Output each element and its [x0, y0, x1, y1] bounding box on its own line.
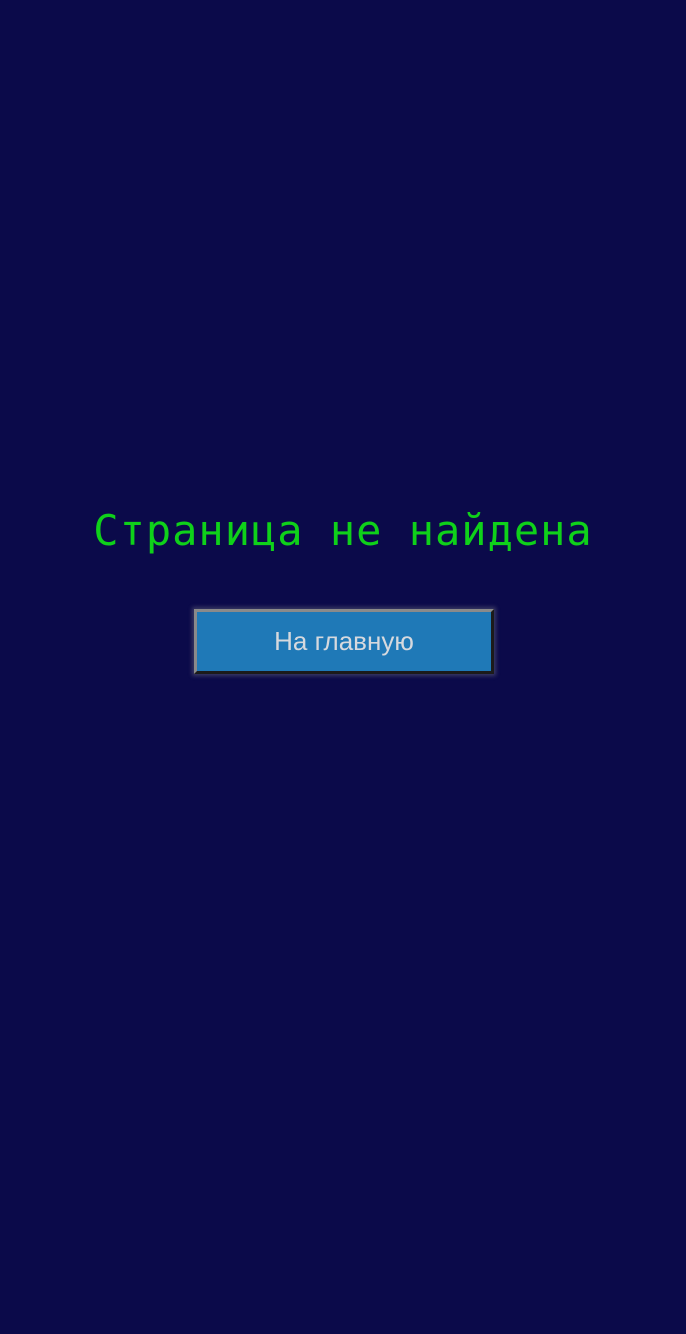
home-button[interactable]: На главную — [194, 609, 494, 674]
page-title: Страница не найдена — [93, 506, 593, 555]
not-found-page: Страница не найдена На главную — [0, 0, 686, 1334]
